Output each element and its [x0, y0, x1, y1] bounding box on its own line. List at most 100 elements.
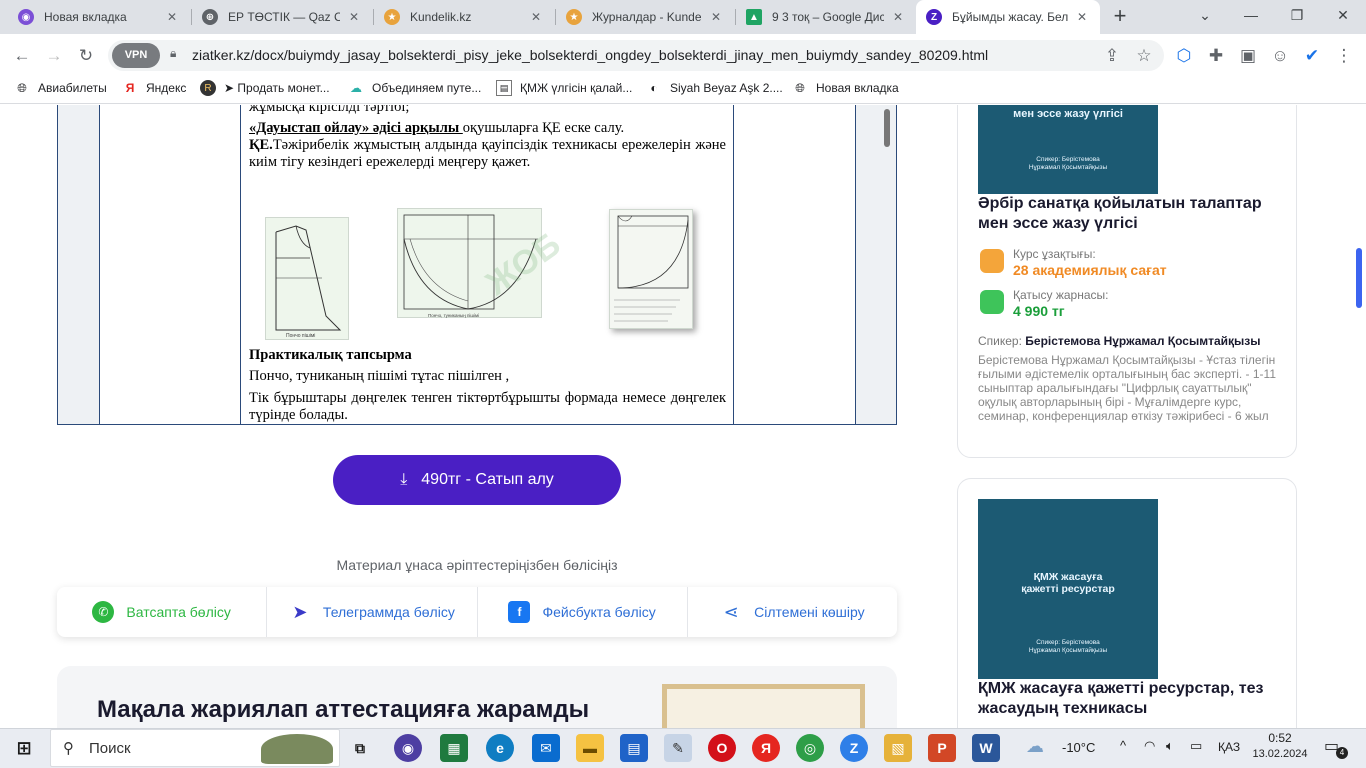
docs-icon[interactable]: ▤ — [620, 734, 648, 762]
course-thumbnail-1[interactable]: мен эссе жазу үлгісі Спикер: Берістемова… — [978, 105, 1158, 194]
edge-icon[interactable]: e — [486, 734, 514, 762]
share-facebook-button[interactable]: f Фейсбукта бөлісу — [478, 587, 688, 637]
bookmark-kmzh[interactable]: ▤ ҚМЖ үлгісін қалай... — [496, 80, 632, 96]
clock-date[interactable]: 13.02.2024 — [1250, 748, 1310, 760]
doc-practical-line1: Пончо, туниканың пішімі тұтас пішілген , — [249, 368, 510, 384]
tab-title: Бұйымды жасау. Бел — [952, 10, 1068, 24]
extensions-puzzle-icon[interactable]: ✚ — [1204, 44, 1228, 68]
doc-icon: ▤ — [496, 80, 512, 96]
windows-start-icon[interactable]: ⊞ — [10, 734, 38, 762]
cloud-icon: ☁ — [350, 81, 362, 95]
chevron-up-icon[interactable]: ^ — [1120, 738, 1126, 753]
yandex-browser-icon[interactable]: Я — [752, 734, 780, 762]
task-view-icon[interactable]: ⧉ — [346, 734, 374, 762]
minimize-button[interactable]: — — [1228, 0, 1274, 34]
sidepanel-icon[interactable]: ▣ — [1236, 44, 1260, 68]
facebook-icon: f — [508, 601, 531, 623]
extension-shield-icon[interactable]: ⬡ — [1172, 44, 1196, 68]
pattern-drawing-3 — [609, 209, 693, 329]
volume-icon[interactable]: 🔈︎ — [1166, 738, 1174, 754]
close-icon[interactable]: ✕ — [164, 10, 180, 24]
bookmark-aviabilety[interactable]: 🌐︎ Авиабилеты — [14, 80, 107, 96]
tab-search-icon[interactable]: ⌄ — [1182, 0, 1228, 34]
close-icon[interactable]: ✕ — [890, 10, 906, 24]
close-icon[interactable]: ✕ — [708, 10, 724, 24]
course-thumbnail-2[interactable]: ҚМЖ жасауға қажетті ресурстар Спикер: Бе… — [978, 499, 1158, 679]
course-card-2[interactable]: ҚМЖ жасауға қажетті ресурстар Спикер: Бе… — [957, 478, 1297, 728]
profile-icon[interactable]: ☺ — [1268, 44, 1292, 68]
powerpoint-icon[interactable]: P — [928, 734, 956, 762]
forward-arrow-icon[interactable]: → — [42, 44, 66, 68]
bookmark-prodat[interactable]: R ➤ Продать монет... — [200, 80, 330, 96]
document-scrollbar[interactable] — [884, 109, 890, 147]
bookmark-yandex[interactable]: Я Яндекс — [122, 80, 187, 96]
vpn-badge[interactable]: VPN — [112, 43, 160, 68]
bookmark-siyah-beyaz[interactable]: ◐ Siyah Beyaz Aşk 2.... — [646, 80, 782, 96]
tab-title: ЕР ТӨСТІК — Qaz Co — [228, 10, 340, 24]
share-telegram-button[interactable]: ➤ Телеграммда бөлісу — [267, 587, 478, 637]
whatsapp-icon: ✆ — [92, 601, 115, 623]
weather-temp[interactable]: -10°C — [1062, 740, 1095, 755]
mail-icon[interactable]: ✉ — [532, 734, 560, 762]
r-icon: R — [200, 80, 216, 96]
tab-kundelik[interactable]: ★ Kundelik.kz ✕ — [374, 0, 554, 34]
lock-icon[interactable]: 🔒︎ — [170, 46, 176, 61]
restore-button[interactable]: ❐ — [1274, 0, 1320, 34]
security-check-icon[interactable]: ✔ — [1300, 44, 1324, 68]
course-card-1[interactable]: мен эссе жазу үлгісі Спикер: Берістемова… — [957, 105, 1297, 458]
zoom-icon[interactable]: Z — [840, 734, 868, 762]
tab-active-ziatker[interactable]: Z Бұйымды жасау. Бел ✕ — [916, 0, 1100, 34]
chrome-taskbar-icon[interactable]: ◎ — [796, 734, 824, 762]
bookmark-new-tab[interactable]: 🌐︎ Новая вкладка — [792, 80, 899, 96]
tab-google-drive[interactable]: ▲ 9 3 тоқ – Google Дис ✕ — [736, 0, 916, 34]
language-indicator[interactable]: ҚАЗ — [1218, 740, 1240, 754]
share-title: Материал ұнаса әріптестеріңізбен бөлісің… — [336, 557, 618, 573]
globe-icon: ◐ — [650, 81, 658, 95]
url-text[interactable]: ziatker.kz/docx/buiymdy_jasay_bolsekterd… — [192, 47, 988, 63]
folder-icon[interactable]: ▬ — [576, 734, 604, 762]
doc-method-label: «Дауыстап ойлау» әдісі арқылы — [249, 120, 463, 136]
globe-icon: 🌐︎ — [17, 80, 27, 95]
vpn-app-icon[interactable]: ◉ — [394, 734, 422, 762]
share-page-icon[interactable]: ⇪ — [1100, 44, 1124, 68]
back-arrow-icon[interactable]: ← — [10, 44, 34, 68]
document-preview[interactable]: жұмысқа кірісілді тәртібі; «Дауыстап ойл… — [57, 105, 897, 425]
reload-icon[interactable]: ↻ — [74, 44, 98, 68]
bookmark-star-icon[interactable]: ☆ — [1132, 44, 1156, 68]
close-icon[interactable]: ✕ — [346, 10, 362, 24]
word-icon[interactable]: W — [972, 734, 1000, 762]
ticket-icon — [980, 290, 1004, 314]
battery-icon[interactable]: ▭ — [1190, 738, 1202, 754]
tab-new-tab[interactable]: ◉ Новая вкладка ✕ — [8, 0, 190, 34]
close-icon[interactable]: ✕ — [528, 10, 544, 24]
close-window-button[interactable]: ✕ — [1320, 0, 1366, 34]
globe-icon: 🌐︎ — [795, 80, 805, 95]
course-title-2[interactable]: ҚМЖ жасауға қажетті ресурстар, тез жасау… — [978, 679, 1278, 719]
kundelik-icon: ★ — [566, 9, 582, 25]
doc-qe-paragraph: ҚЕ.Тәжірибелік жұмыстың алдында қауіпсіз… — [249, 137, 726, 171]
paint-icon[interactable]: ✎ — [664, 734, 692, 762]
page-scrollbar[interactable] — [1356, 248, 1362, 308]
bookmark-obedinyaem[interactable]: ☁ Объединяем путе... — [348, 80, 481, 96]
sheets-icon[interactable]: ▦ — [440, 734, 468, 762]
tab-er-testik[interactable]: ⊕ ЕР ТӨСТІК — Qaz Co ✕ — [192, 0, 372, 34]
taskbar-search-box[interactable]: ⚲ Поиск — [50, 729, 340, 767]
buy-button[interactable]: ⤓ 490тг - Сатып алу — [333, 455, 621, 505]
kundelik-icon: ★ — [384, 9, 400, 25]
wifi-icon[interactable]: ◠ — [1144, 738, 1155, 754]
menu-dots-icon[interactable]: ⋮ — [1332, 44, 1356, 68]
share-whatsapp-button[interactable]: ✆ Ватсапта бөлісу — [57, 587, 268, 637]
doc-qe-text: Тәжірибелік жұмыстың алдында қауіпсіздік… — [249, 137, 726, 170]
clock-time[interactable]: 0:52 — [1255, 731, 1305, 745]
new-tab-button[interactable]: + — [1108, 5, 1132, 29]
table-column-right — [734, 105, 856, 424]
weather-icon: ☁ — [1026, 736, 1044, 756]
gallery-icon[interactable]: ▧ — [884, 734, 912, 762]
close-icon[interactable]: ✕ — [1074, 10, 1090, 24]
tab-title: Kundelik.kz — [410, 10, 472, 24]
svg-text:Пончо, туниканың пішімі: Пончо, туниканың пішімі — [428, 313, 479, 318]
tab-zhurnaldar[interactable]: ★ Журналдар - Kundeli ✕ — [556, 0, 734, 34]
copy-link-button[interactable]: ⋖ Сілтемені көшіру — [688, 587, 897, 637]
opera-icon[interactable]: O — [708, 734, 736, 762]
course-title-1[interactable]: Әрбір санатқа қойылатын талаптар мен эсс… — [978, 194, 1278, 234]
